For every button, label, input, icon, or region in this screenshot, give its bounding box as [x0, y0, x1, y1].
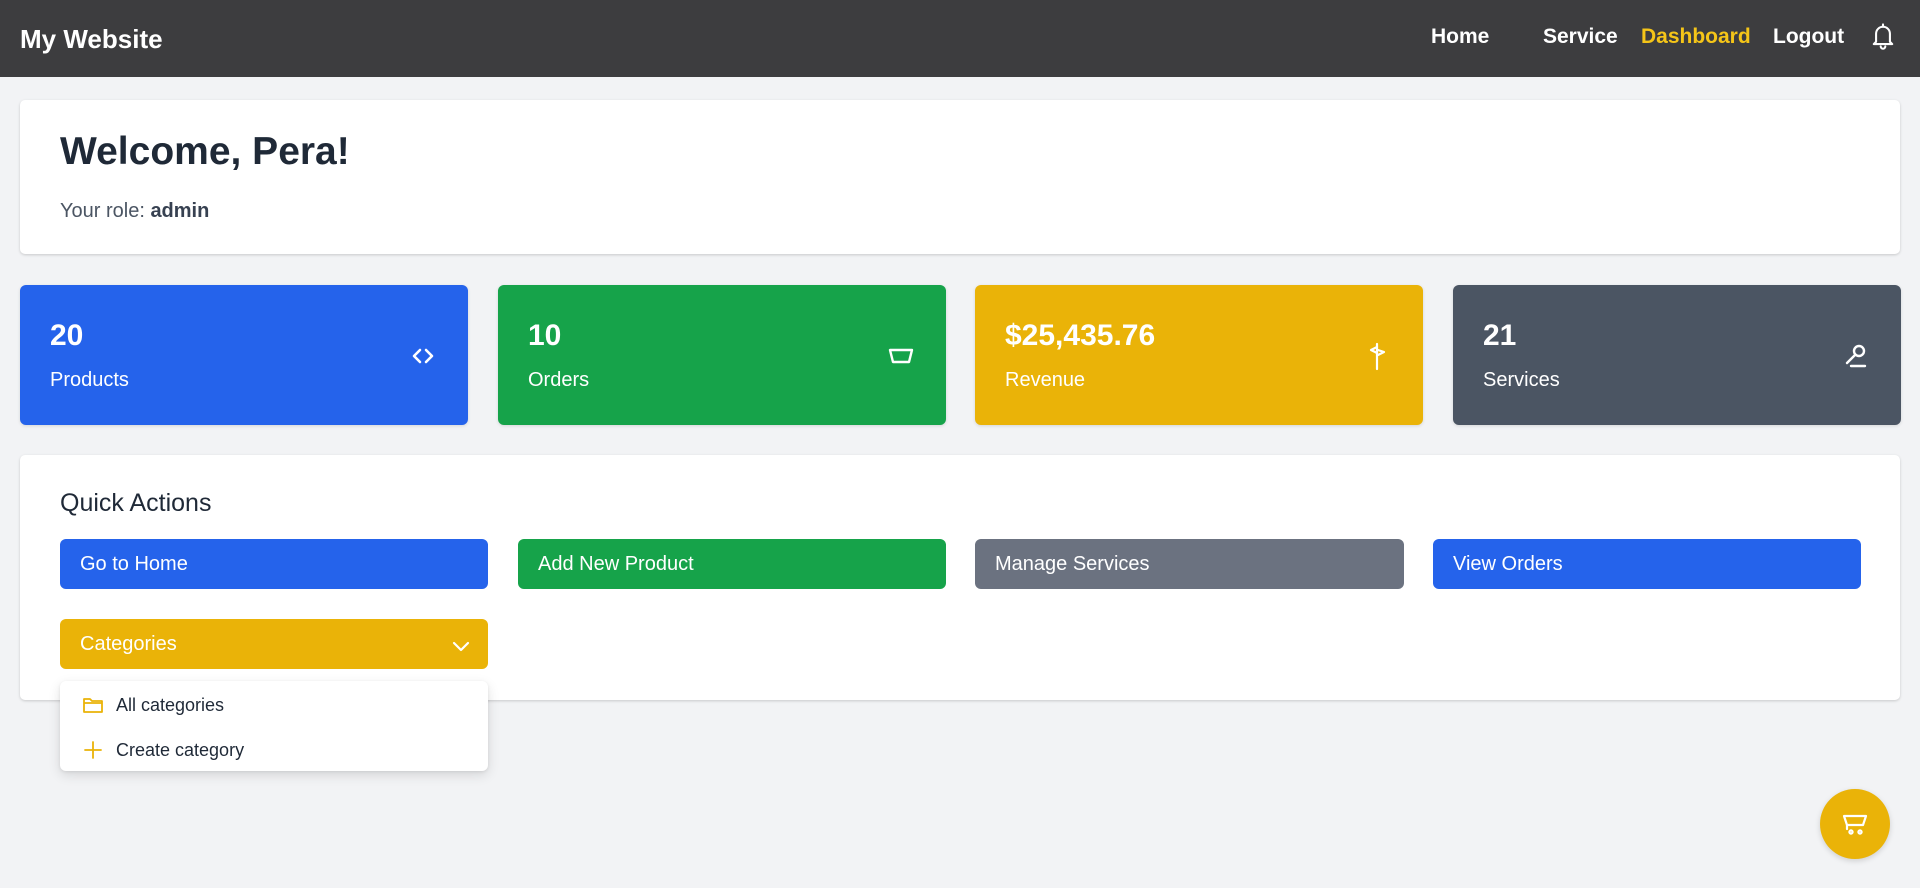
nav-service[interactable]: Service	[1543, 25, 1618, 49]
welcome-card: Welcome, Pera! Your role: admin	[20, 100, 1900, 254]
stat-value: 10	[528, 319, 562, 352]
welcome-title: Welcome, Pera!	[60, 130, 350, 173]
role-line: Your role: admin	[60, 200, 209, 223]
stat-label: Services	[1483, 369, 1560, 391]
categories-dropdown-button[interactable]: Categories	[60, 619, 488, 669]
stat-value: 20	[50, 319, 84, 352]
role-label: Your role:	[60, 200, 145, 222]
stat-label: Products	[50, 369, 129, 391]
nav-home[interactable]: Home	[1431, 25, 1489, 49]
add-product-button[interactable]: Add New Product	[518, 539, 946, 589]
manage-services-button[interactable]: Manage Services	[975, 539, 1404, 589]
code-icon	[408, 341, 438, 371]
stat-value: $25,435.76	[1005, 319, 1156, 352]
view-orders-button[interactable]: View Orders	[1433, 539, 1861, 589]
nav-logout[interactable]: Logout	[1773, 25, 1844, 49]
menu-item-create-category[interactable]: Create category	[60, 730, 488, 770]
navbar: My Website Home Service Dashboard Logout	[0, 0, 1920, 77]
stat-card-orders: 10 Orders	[498, 285, 946, 425]
cart-icon	[1842, 814, 1868, 835]
menu-item-all-categories[interactable]: All categories	[60, 685, 488, 725]
categories-label: Categories	[80, 632, 177, 655]
menu-item-label: All categories	[116, 694, 225, 715]
bell-icon[interactable]	[1869, 21, 1897, 51]
brand-logo[interactable]: My Website	[20, 24, 163, 55]
wrench-icon	[1841, 341, 1871, 371]
stat-label: Orders	[528, 369, 590, 391]
stat-card-revenue: $25,435.76 Revenue	[975, 285, 1423, 425]
role-value: admin	[150, 200, 210, 222]
quick-actions-title: Quick Actions	[60, 489, 212, 517]
categories-menu: All categories Create category	[60, 681, 488, 771]
menu-item-label: Create category	[116, 739, 245, 760]
plus-icon	[82, 739, 104, 761]
signpost-icon	[1363, 341, 1393, 371]
cart-button[interactable]	[1820, 789, 1890, 859]
stat-value: 21	[1483, 319, 1517, 352]
quick-actions-card: Quick Actions Go to Home Add New Product…	[20, 455, 1900, 700]
stat-label: Revenue	[1005, 369, 1086, 391]
nav-dashboard[interactable]: Dashboard	[1641, 25, 1751, 49]
basket-icon	[886, 341, 916, 371]
stat-card-products: 20 Products	[20, 285, 468, 425]
chevron-down-icon	[452, 636, 470, 652]
go-home-button[interactable]: Go to Home	[60, 539, 488, 589]
folder-icon	[82, 694, 104, 716]
stat-card-services: 21 Services	[1453, 285, 1901, 425]
